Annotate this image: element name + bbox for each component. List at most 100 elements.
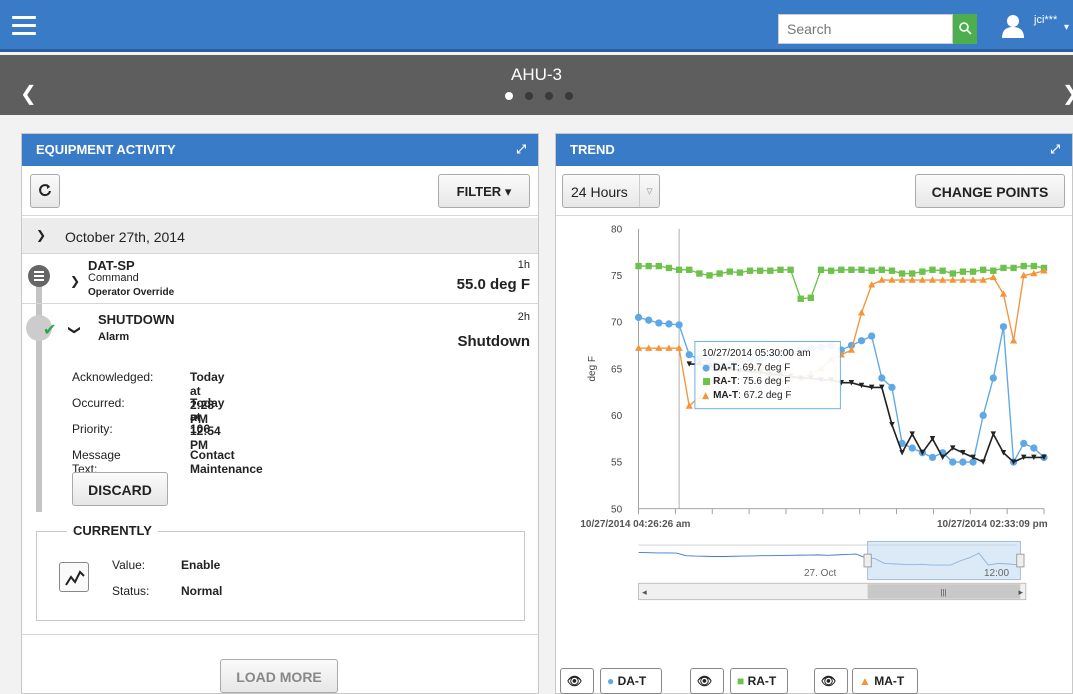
event-type: Command [88, 272, 139, 284]
trend-chart-icon[interactable] [59, 562, 89, 592]
triangle-marker-icon: ▲ [859, 674, 871, 688]
refresh-icon [39, 184, 51, 197]
page-dot[interactable] [505, 92, 513, 100]
data-point [817, 266, 825, 273]
data-point [878, 374, 886, 382]
data-point [949, 458, 957, 466]
search-input[interactable] [778, 14, 953, 44]
expand-icon[interactable]: ⤢ [1050, 142, 1060, 157]
data-point [939, 454, 946, 461]
data-point [675, 321, 683, 329]
data-point [686, 266, 693, 273]
detail-key: Occurred: [72, 396, 125, 410]
scroll-right-icon: ▸ [1019, 587, 1024, 597]
page-dot[interactable] [565, 92, 573, 100]
data-point [1020, 439, 1028, 448]
data-point [655, 262, 662, 270]
data-point [949, 270, 956, 277]
current-status: Normal [181, 584, 223, 598]
event-age: 1h [517, 259, 530, 271]
panel-title: EQUIPMENT ACTIVITY [36, 142, 176, 157]
event-row[interactable]: ❯ SHUTDOWN Alarm 2h Shutdown [22, 305, 538, 355]
data-point [675, 266, 683, 273]
panel-title: TREND [570, 142, 615, 157]
event-row[interactable]: ❯ DAT-SP Command Operator Override 1h 55… [22, 254, 538, 304]
page-dot[interactable] [545, 92, 553, 100]
data-point [645, 262, 652, 270]
event-value: 55.0 deg F [456, 276, 530, 293]
legend-item-da-t[interactable]: ● DA-T [600, 668, 662, 694]
page-dot[interactable] [525, 92, 533, 100]
data-point [888, 383, 896, 392]
user-name[interactable]: jci*** [1034, 14, 1057, 26]
data-point [787, 266, 794, 273]
legend-item-ma-t[interactable]: ▲ MA-T [852, 668, 918, 694]
title-bar: AHU-3 ❮ ❯ [0, 55, 1073, 115]
data-point [767, 267, 774, 274]
x-start-label: 10/27/2014 04:26:26 am [580, 519, 690, 530]
y-tick-label: 70 [611, 318, 623, 329]
change-points-button[interactable]: CHANGE POINTS [915, 174, 1065, 208]
discard-button[interactable]: DISCARD [72, 472, 168, 506]
data-point [908, 444, 916, 452]
data-point [838, 266, 845, 273]
eye-icon[interactable]: 👁 [814, 668, 848, 694]
y-tick-label: 55 [611, 458, 623, 469]
currently-box: CURRENTLY Value: Enable Status: Normal [36, 523, 525, 621]
data-point [655, 319, 663, 327]
legend-item-ra-t[interactable]: ■ RA-T [730, 668, 788, 694]
tooltip-line: DA-T: 69.7 deg F [713, 363, 790, 374]
data-point [1030, 444, 1038, 452]
event-title: SHUTDOWN [98, 312, 175, 327]
chevron-down-icon[interactable]: ❯ [68, 325, 82, 335]
panel-header: TREND ⤢ [556, 134, 1072, 166]
y-axis-label: deg F [587, 356, 598, 382]
data-point [634, 313, 643, 322]
refresh-button[interactable] [30, 174, 60, 208]
range-select[interactable]: 24 Hours ▿ [562, 174, 660, 208]
page-indicator [505, 92, 573, 100]
data-point [989, 273, 997, 280]
chevron-left-icon[interactable]: ❮ [20, 81, 37, 106]
legend-label: MA-T [874, 674, 905, 688]
navigator-handle-left [863, 553, 872, 568]
data-point [959, 458, 967, 466]
legend-label: RA-T [747, 674, 777, 688]
currently-label: CURRENTLY [67, 523, 158, 538]
chevron-down-icon[interactable]: ▿ [639, 175, 659, 207]
expand-icon[interactable]: ⤢ [516, 142, 526, 157]
data-point [827, 267, 835, 274]
chevron-down-icon[interactable]: ❯ [36, 228, 46, 242]
search-icon[interactable] [953, 14, 977, 44]
load-more-row: LOAD MORE [22, 634, 538, 694]
load-more-button[interactable]: LOAD MORE [220, 659, 338, 693]
chevron-down-icon[interactable]: ▾ [1064, 22, 1069, 33]
legend-label: DA-T [617, 674, 647, 688]
data-point [888, 267, 896, 274]
data-point [807, 294, 815, 301]
data-point [878, 266, 885, 273]
user-avatar-icon[interactable] [1002, 14, 1024, 38]
detail-key: Priority: [72, 422, 113, 436]
data-point [746, 267, 754, 274]
eye-icon[interactable]: 👁 [690, 668, 724, 694]
chevron-right-icon[interactable]: ❯ [1062, 81, 1073, 106]
trend-chart[interactable]: 50 55 60 65 70 75 80 deg F 10/27/2014 04:26:26 a… [556, 216, 1072, 616]
data-point [1020, 262, 1027, 270]
eye-icon[interactable]: 👁 [560, 668, 594, 694]
menu-icon[interactable] [12, 16, 36, 36]
data-point [999, 290, 1008, 297]
data-point [919, 268, 926, 275]
chevron-right-icon[interactable]: ❯ [70, 274, 80, 288]
range-label: 24 Hours [571, 184, 628, 200]
filter-button[interactable]: FILTER ▾ [438, 174, 530, 208]
data-point [969, 268, 977, 275]
data-point [665, 264, 673, 272]
y-tick-label: 60 [611, 411, 623, 422]
data-point [848, 266, 855, 273]
date-group-header[interactable]: ❯ October 27th, 2014 [22, 218, 538, 254]
data-point [868, 267, 875, 274]
data-point [889, 422, 895, 428]
data-point [716, 270, 723, 277]
detail-key: Acknowledged: [72, 370, 154, 384]
